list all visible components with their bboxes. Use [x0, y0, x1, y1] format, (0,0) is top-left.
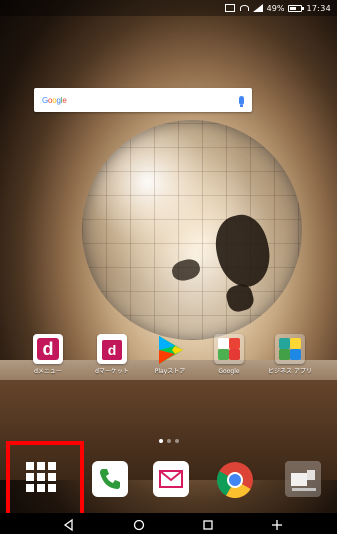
microphone-icon[interactable]: [239, 95, 244, 107]
google-folder-icon: [214, 334, 244, 364]
navigation-bar: [0, 513, 337, 534]
phone-icon[interactable]: [92, 461, 128, 497]
play-store-icon: [155, 334, 185, 364]
app-label: dメニュー: [34, 368, 62, 375]
google-logo: Google: [42, 96, 67, 105]
home-button[interactable]: [132, 517, 146, 531]
chrome-icon[interactable]: [216, 461, 254, 499]
d-menu-glyph: d: [37, 338, 59, 360]
app-label: dマーケット: [95, 368, 129, 375]
google-logo-text: Google: [42, 96, 67, 105]
app-d-market[interactable]: d dマーケット: [80, 334, 144, 392]
sim-icon: [224, 4, 235, 12]
app-d-menu[interactable]: d dメニュー: [16, 334, 80, 392]
home-app-row: d dメニュー d dマーケット Playストア Google ビジネス アプリ: [0, 334, 337, 394]
google-search-widget[interactable]: Google: [34, 88, 252, 112]
page-dot-active: [158, 439, 163, 443]
back-button[interactable]: [62, 517, 76, 532]
status-clock: 17:34: [306, 3, 331, 13]
wallpaper-globe: [82, 120, 302, 340]
folder-google[interactable]: Google: [197, 334, 261, 392]
app-label: ビジネス アプリ: [268, 368, 312, 375]
d-market-glyph: d: [102, 340, 122, 360]
camera-folder-icon[interactable]: [285, 461, 321, 497]
dock: [0, 450, 337, 512]
folder-business-apps[interactable]: ビジネス アプリ: [258, 334, 322, 392]
home-screen: 49% 17:34 Google d dメニュー d dマーケット Playスト…: [0, 0, 337, 534]
page-dot: [174, 439, 179, 443]
google-logo-letter: e: [62, 95, 67, 105]
business-folder-icon: [275, 334, 305, 364]
globe-grid: [82, 120, 302, 340]
wifi-icon: [239, 4, 249, 12]
recents-button[interactable]: [201, 517, 215, 531]
app-label: Playストア: [154, 368, 186, 375]
d-menu-icon: d: [33, 334, 63, 364]
d-market-icon: d: [97, 334, 127, 364]
app-label: Google: [218, 368, 240, 375]
battery-percent: 49%: [266, 3, 285, 13]
signal-icon: [252, 4, 263, 12]
page-dot: [166, 439, 171, 443]
status-bar: 49% 17:34: [0, 0, 337, 16]
mail-icon[interactable]: [153, 461, 189, 497]
app-play-store[interactable]: Playストア: [138, 334, 202, 392]
extra-nav-button[interactable]: [270, 517, 284, 531]
battery-fill: [290, 6, 297, 10]
battery-icon: [288, 4, 305, 12]
